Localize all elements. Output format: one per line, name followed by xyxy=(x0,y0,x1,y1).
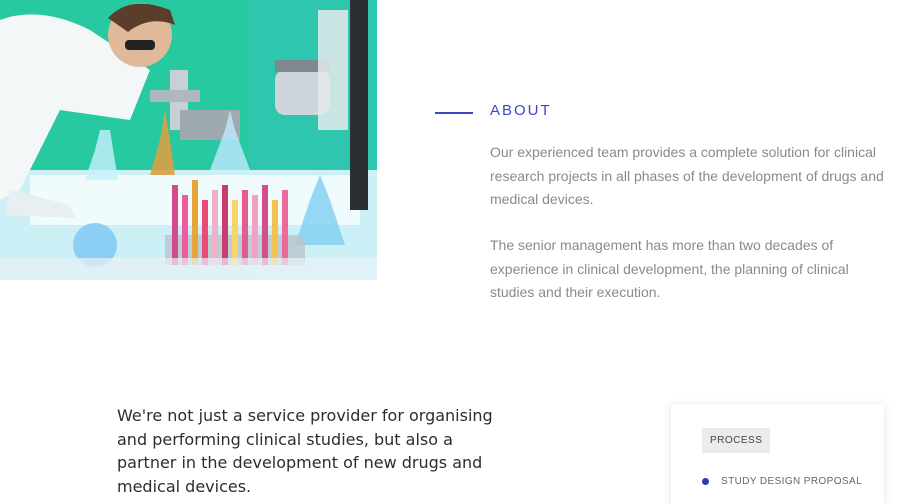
process-badge: PROCESS xyxy=(702,428,771,453)
lab-scientist-photo xyxy=(0,0,377,280)
about-accent-line xyxy=(435,112,473,114)
about-heading: ABOUT xyxy=(490,102,552,119)
process-step-label: STUDY DESIGN PROPOSAL xyxy=(721,476,863,487)
process-card: PROCESS STUDY DESIGN PROPOSAL xyxy=(671,404,884,504)
process-step-study-design[interactable]: STUDY DESIGN PROPOSAL xyxy=(702,476,862,487)
step-bullet-icon xyxy=(702,478,709,485)
about-paragraph-1: Our experienced team provides a complete… xyxy=(490,144,884,207)
mission-statement: We're not just a service provider for or… xyxy=(117,406,493,496)
about-paragraph-2: The senior management has more than two … xyxy=(490,237,849,300)
